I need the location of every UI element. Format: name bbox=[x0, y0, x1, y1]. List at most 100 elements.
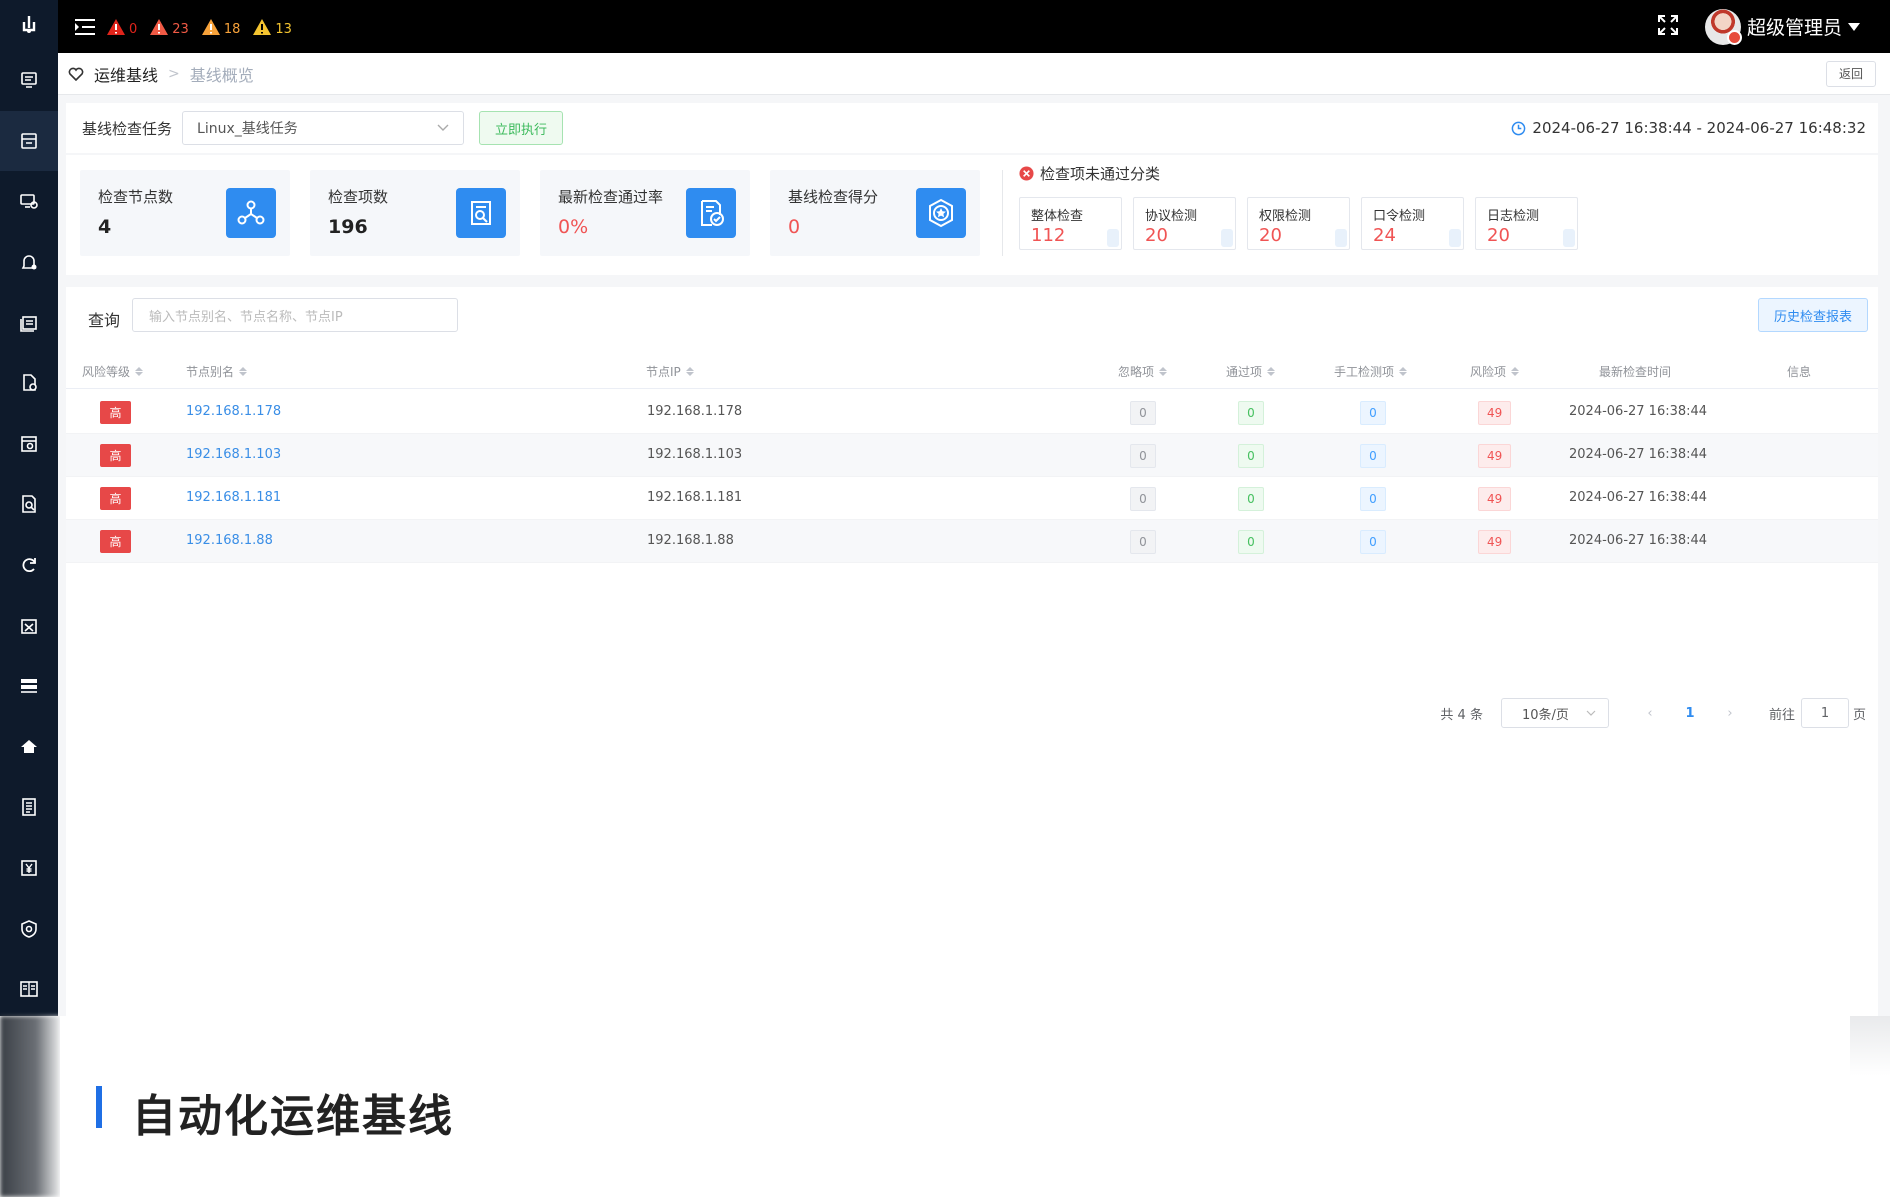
risky-badge: 49 bbox=[1478, 444, 1512, 468]
sidebar-item-logs[interactable] bbox=[0, 777, 58, 838]
fail-card-name: 口令检测 bbox=[1373, 209, 1426, 224]
sidebar-item-reports[interactable] bbox=[0, 292, 58, 353]
user-menu[interactable]: 超级管理员 bbox=[1704, 8, 1860, 45]
page-number[interactable]: 1 bbox=[1665, 706, 1715, 721]
goto-page-input[interactable]: 1 bbox=[1800, 698, 1849, 728]
caret-down-icon bbox=[1848, 22, 1860, 31]
page-size-select[interactable]: 10条/页 bbox=[1500, 698, 1609, 728]
list-doc-icon bbox=[22, 798, 36, 817]
host-settings-icon bbox=[20, 194, 38, 210]
history-report-button[interactable]: 历史检查报表 bbox=[1757, 298, 1868, 332]
node-ip: 192.168.1.181 bbox=[647, 490, 743, 505]
table-row[interactable]: 高 192.168.1.181 192.168.1.181 0 0 0 49 2… bbox=[66, 477, 1878, 520]
card-corner-icon bbox=[1221, 229, 1233, 247]
search-doc-icon bbox=[456, 188, 506, 238]
node-alias-link[interactable]: 192.168.1.178 bbox=[186, 404, 281, 419]
fail-card-value: 20 bbox=[1487, 225, 1510, 246]
time-range: 2024-06-27 16:38:44 - 2024-06-27 16:48:3… bbox=[1511, 119, 1866, 137]
menu-toggle-icon[interactable] bbox=[72, 14, 98, 40]
sidebar-item-home[interactable] bbox=[0, 717, 58, 778]
th-risky[interactable]: 风险项 bbox=[1470, 363, 1520, 380]
th-passed[interactable]: 通过项 bbox=[1226, 363, 1276, 380]
breadcrumb-page: 基线概览 bbox=[189, 65, 254, 85]
table-row[interactable]: 高 192.168.1.178 192.168.1.178 0 0 0 49 2… bbox=[66, 391, 1878, 434]
stat-value: 0% bbox=[558, 216, 589, 238]
fail-card-log[interactable]: 日志检测 20 bbox=[1475, 197, 1578, 250]
sidebar-item-docs[interactable] bbox=[0, 959, 58, 1020]
card-corner-icon bbox=[1449, 229, 1461, 247]
prev-page-icon[interactable]: ‹ bbox=[1635, 706, 1665, 721]
fail-card-name: 整体检查 bbox=[1031, 209, 1084, 224]
stat-title: 基线检查得分 bbox=[788, 188, 879, 206]
th-label: 信息 bbox=[1787, 365, 1812, 379]
sidebar-item-tools[interactable] bbox=[0, 595, 58, 656]
th-risk[interactable]: 风险等级 bbox=[82, 363, 144, 380]
sidebar-item-inspect[interactable] bbox=[0, 414, 58, 475]
fail-card-password[interactable]: 口令检测 24 bbox=[1361, 197, 1464, 250]
last-check-time: 2024-06-27 16:38:44 bbox=[1569, 447, 1708, 462]
manual-badge: 0 bbox=[1360, 401, 1386, 425]
risk-tag: 高 bbox=[100, 530, 131, 553]
ignored-badge: 0 bbox=[1130, 444, 1156, 468]
search-input[interactable]: 输入节点别名、节点名称、节点IP bbox=[132, 298, 458, 332]
stat-value: 196 bbox=[328, 216, 368, 238]
caption-section: 自动化运维基线 bbox=[60, 1016, 1890, 1197]
th-ip[interactable]: 节点IP bbox=[646, 363, 694, 380]
sidebar-item-settings[interactable] bbox=[0, 898, 58, 959]
alert-counters: 0 23 18 13 bbox=[106, 18, 292, 36]
file-gear-icon bbox=[23, 374, 37, 392]
sidebar-item-cost[interactable] bbox=[0, 838, 58, 899]
stat-title: 最新检查通过率 bbox=[558, 188, 664, 206]
th-manual[interactable]: 手工检测项 bbox=[1334, 363, 1408, 380]
sidebar-item-baseline[interactable] bbox=[0, 110, 58, 172]
table-row[interactable]: 高 192.168.1.88 192.168.1.88 0 0 0 49 202… bbox=[66, 520, 1878, 563]
page-unit: 页 bbox=[1852, 707, 1866, 723]
next-page-icon[interactable]: › bbox=[1715, 706, 1745, 721]
task-select-value: Linux_基线任务 bbox=[197, 121, 298, 137]
sidebar-item-network[interactable] bbox=[0, 656, 58, 717]
sidebar-item-monitor[interactable] bbox=[0, 50, 58, 111]
th-label: 风险等级 bbox=[82, 365, 131, 379]
th-alias[interactable]: 节点别名 bbox=[186, 363, 248, 380]
caption-accent-bar bbox=[96, 1086, 102, 1128]
node-alias-link[interactable]: 192.168.1.181 bbox=[186, 490, 281, 505]
run-now-button[interactable]: 立即执行 bbox=[479, 111, 564, 145]
server-rack-icon bbox=[21, 679, 37, 694]
sidebar-item-alerts[interactable] bbox=[0, 232, 58, 293]
last-check-time: 2024-06-27 16:38:44 bbox=[1569, 490, 1708, 505]
alert-critical[interactable]: 0 bbox=[106, 18, 137, 36]
fail-card-overall[interactable]: 整体检查 112 bbox=[1019, 197, 1122, 250]
passed-badge: 0 bbox=[1238, 444, 1264, 468]
sidebar-item-hosts[interactable] bbox=[0, 171, 58, 232]
goto-label: 前往 bbox=[1768, 707, 1795, 723]
stat-value: 4 bbox=[98, 216, 112, 238]
passed-badge: 0 bbox=[1238, 530, 1264, 554]
th-info: 信息 bbox=[1787, 363, 1811, 380]
alert-medium[interactable]: 18 bbox=[201, 18, 240, 36]
sidebar-item-assets[interactable] bbox=[0, 353, 58, 414]
alert-high[interactable]: 23 bbox=[149, 18, 189, 36]
top-bar: 0 23 18 13 超级管理员 bbox=[58, 0, 1890, 53]
fail-card-value: 20 bbox=[1259, 225, 1282, 246]
alert-low[interactable]: 13 bbox=[252, 18, 292, 36]
node-alias-link[interactable]: 192.168.1.88 bbox=[186, 533, 273, 548]
window-search-icon bbox=[21, 436, 37, 452]
fail-card-permission[interactable]: 权限检测 20 bbox=[1247, 197, 1350, 250]
last-check-time: 2024-06-27 16:38:44 bbox=[1569, 533, 1708, 548]
back-button[interactable]: 返回 bbox=[1825, 60, 1876, 87]
breadcrumb-separator: > bbox=[168, 65, 180, 82]
main-content: 基线检查任务 Linux_基线任务 立即执行 2024-06-27 16:38:… bbox=[58, 95, 1890, 1016]
risk-tag: 高 bbox=[100, 487, 131, 510]
fail-card-name: 日志检测 bbox=[1487, 209, 1540, 224]
fail-card-protocol[interactable]: 协议检测 20 bbox=[1133, 197, 1236, 250]
sidebar-item-sync[interactable] bbox=[0, 535, 58, 596]
sidebar-item-audit[interactable] bbox=[0, 474, 58, 535]
doc-search-icon bbox=[22, 495, 36, 514]
node-alias-link[interactable]: 192.168.1.103 bbox=[186, 447, 281, 462]
fail-card-name: 协议检测 bbox=[1145, 209, 1198, 224]
breadcrumb-section[interactable]: 运维基线 bbox=[94, 62, 158, 86]
fullscreen-icon[interactable] bbox=[1657, 14, 1679, 40]
task-select[interactable]: Linux_基线任务 bbox=[182, 111, 465, 145]
table-row[interactable]: 高 192.168.1.103 192.168.1.103 0 0 0 49 2… bbox=[66, 434, 1878, 477]
th-ignored[interactable]: 忽略项 bbox=[1118, 363, 1168, 380]
